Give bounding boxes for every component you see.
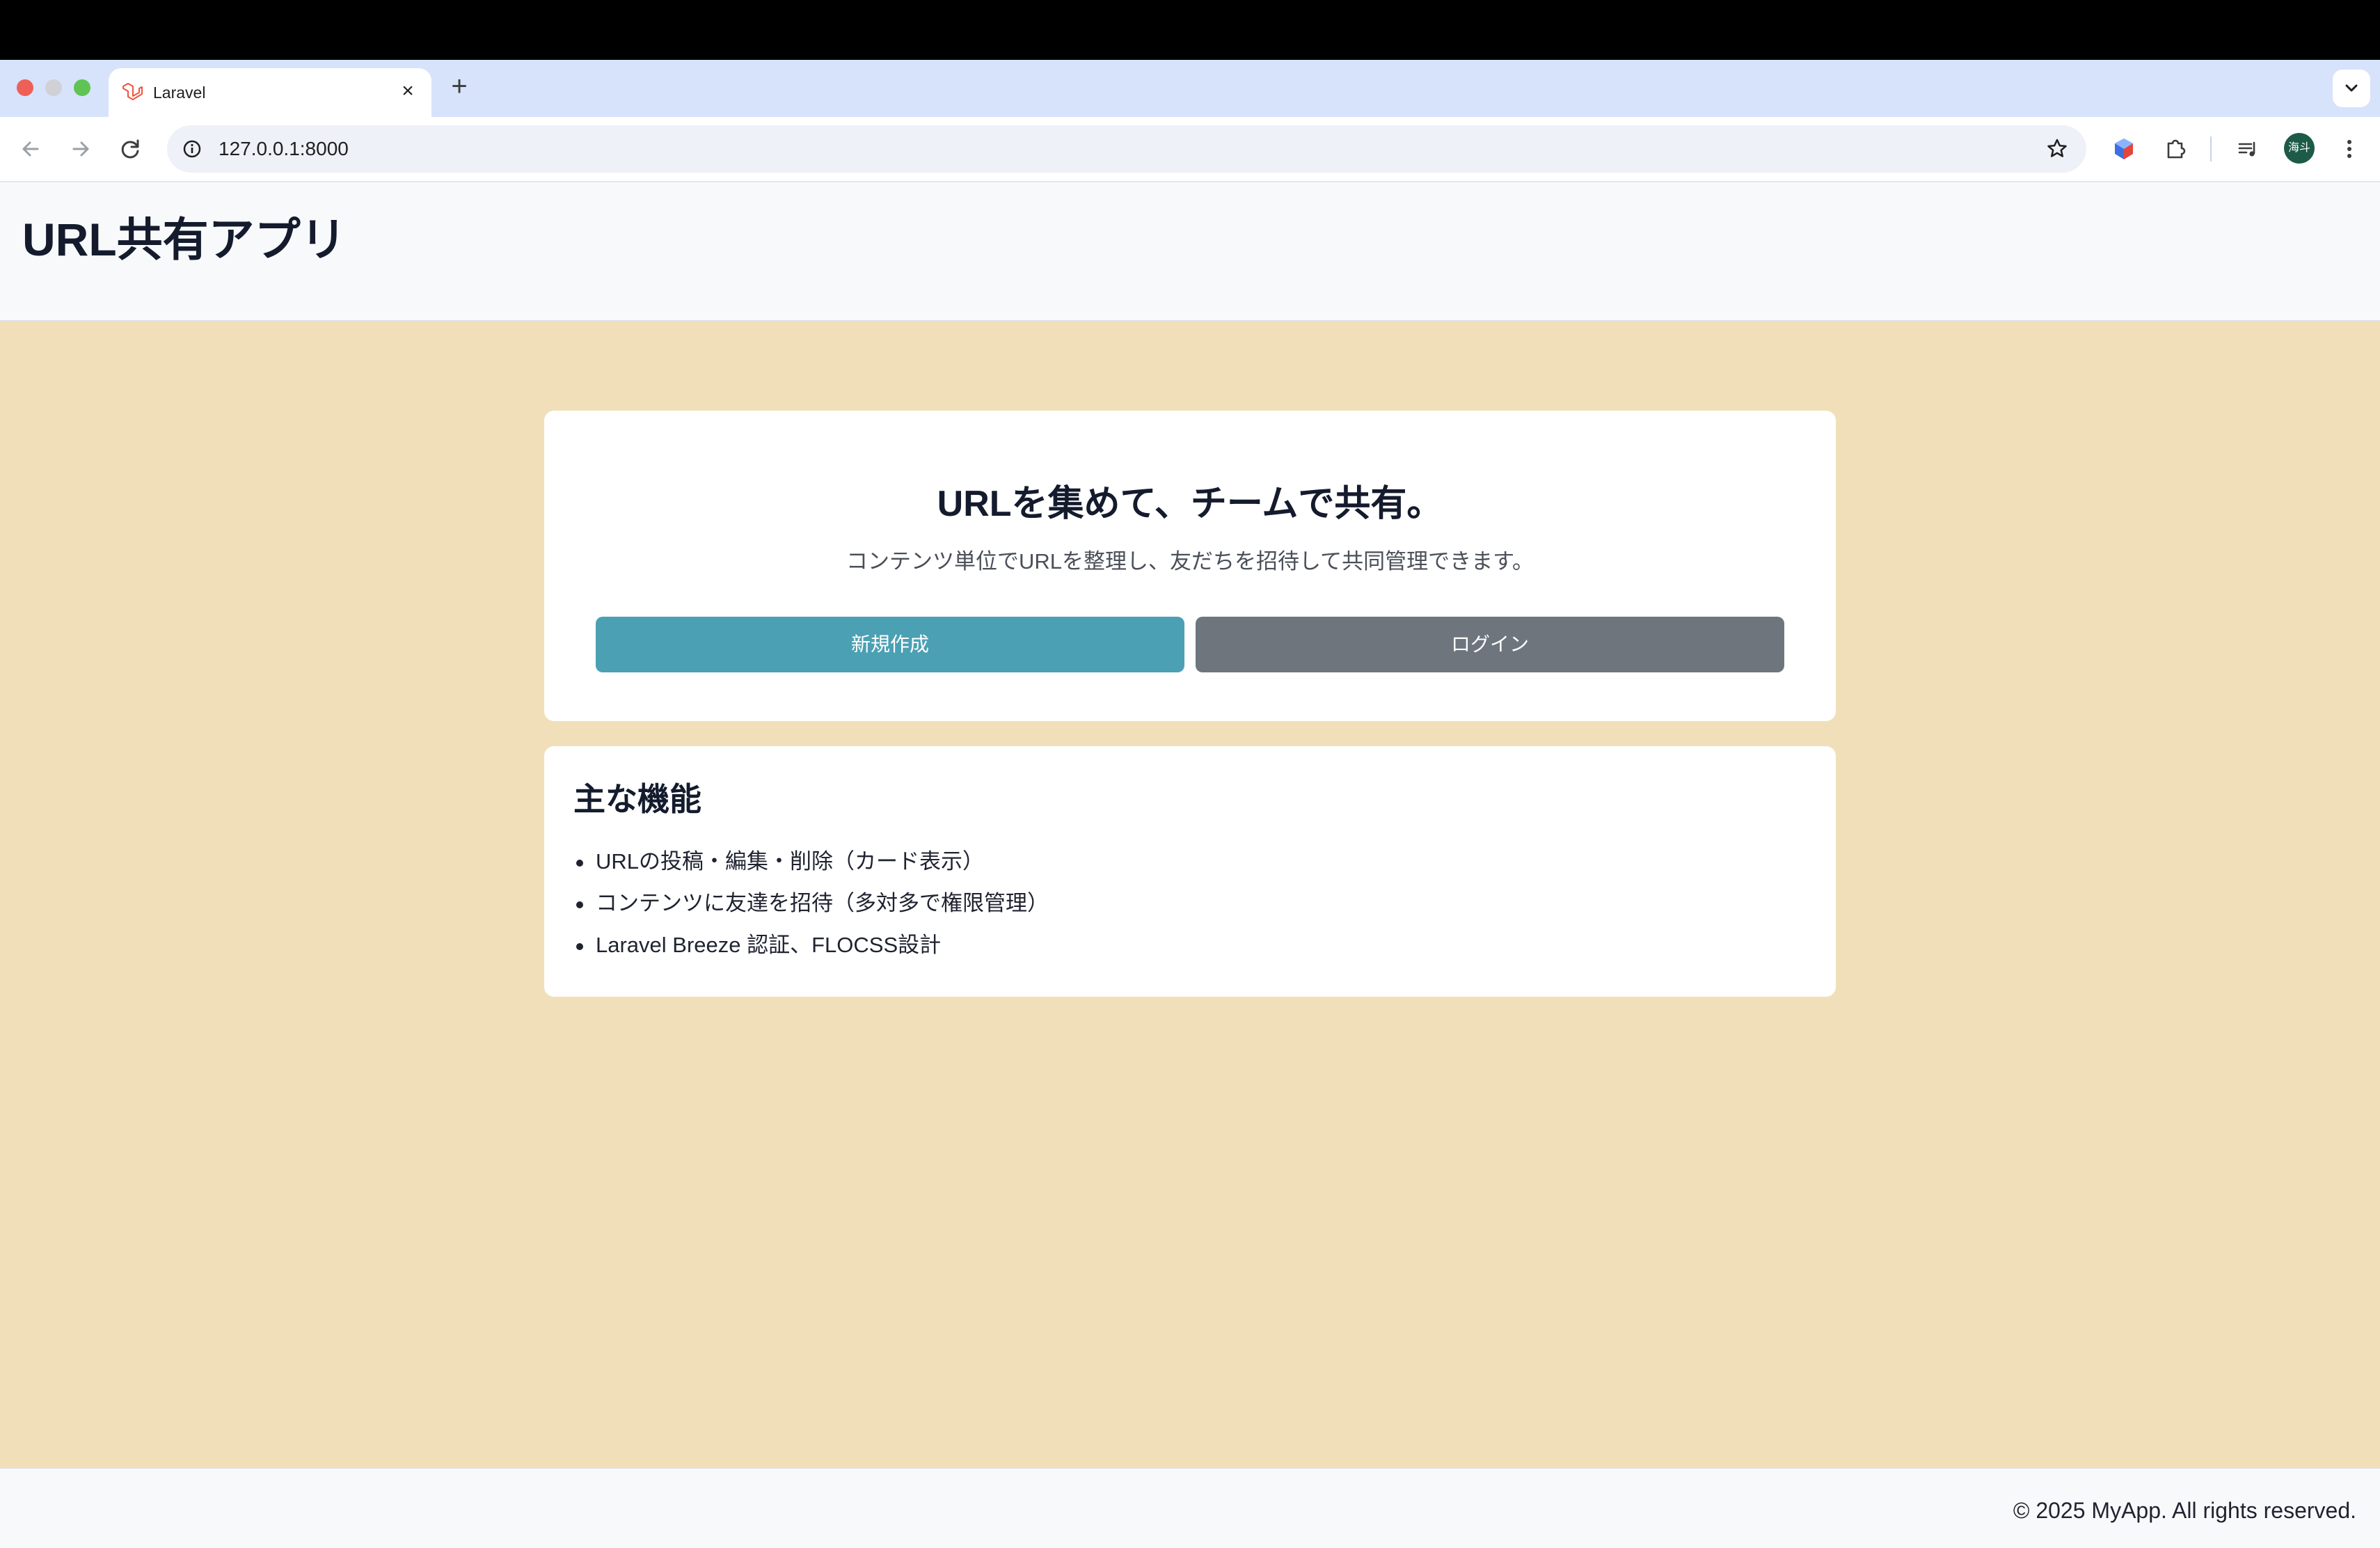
site-title[interactable]: URL共有アプリ: [22, 212, 347, 267]
copyright-text: © 2025 MyApp. All rights reserved.: [2013, 1498, 2356, 1523]
window-close-button[interactable]: [17, 79, 33, 96]
new-create-button[interactable]: 新規作成: [596, 617, 1184, 672]
tab-search-chevron-down-icon[interactable]: [2333, 70, 2370, 107]
address-bar[interactable]: 127.0.0.1:8000: [167, 125, 2086, 173]
url-text: 127.0.0.1:8000: [219, 138, 349, 159]
new-tab-plus-icon[interactable]: +: [445, 71, 473, 103]
back-arrow-icon[interactable]: [13, 131, 49, 167]
forward-arrow-icon[interactable]: [63, 131, 99, 167]
tab-close-icon[interactable]: ×: [395, 79, 420, 104]
features-card: 主な機能 URLの投稿・編集・削除（カード表示） コンテンツに友達を招待（多対多…: [544, 746, 1836, 997]
hero-title: URLを集めて、チームで共有。: [937, 484, 1443, 524]
browser-tab[interactable]: Laravel ×: [109, 68, 431, 117]
site-footer: © 2025 MyApp. All rights reserved.: [0, 1467, 2380, 1548]
site-info-icon[interactable]: [182, 139, 202, 159]
extensions-puzzle-icon[interactable]: [2160, 134, 2191, 164]
more-menu-kebab-icon[interactable]: [2334, 134, 2365, 164]
feature-item: コンテンツに友達を招待（多対多で権限管理）: [573, 883, 1049, 924]
features-list: URLの投稿・編集・削除（カード表示） コンテンツに友達を招待（多対多で権限管理…: [573, 841, 1049, 966]
site-header: URL共有アプリ: [0, 182, 2380, 322]
window-minimize-button[interactable]: [45, 79, 62, 96]
feature-item: Laravel Breeze 認証、FLOCSS設計: [573, 924, 1049, 966]
laravel-logo-icon: [122, 83, 143, 100]
reload-icon[interactable]: [113, 131, 149, 167]
tab-title: Laravel: [153, 84, 206, 102]
profile-avatar[interactable]: 海斗: [2284, 133, 2315, 164]
toolbar-divider: [2210, 136, 2212, 161]
page-content: URL共有アプリ URLを集めて、チームで共有。 コンテンツ単位でURLを整理し…: [0, 182, 2380, 1548]
media-controls-icon[interactable]: [2232, 134, 2263, 164]
feature-item: URLの投稿・編集・削除（カード表示）: [573, 841, 1049, 883]
bookmark-star-icon[interactable]: [2045, 136, 2070, 161]
hero-card: URLを集めて、チームで共有。 コンテンツ単位でURLを整理し、友だちを招待して…: [544, 411, 1836, 721]
hero-subtitle: コンテンツ単位でURLを整理し、友だちを招待して共同管理できます。: [846, 549, 1534, 574]
extension-cube-icon[interactable]: [2109, 134, 2139, 164]
features-title: 主な機能: [573, 781, 701, 817]
login-button[interactable]: ログイン: [1196, 617, 1784, 672]
window-zoom-button[interactable]: [74, 79, 90, 96]
screen-top-bar: [0, 0, 2380, 60]
